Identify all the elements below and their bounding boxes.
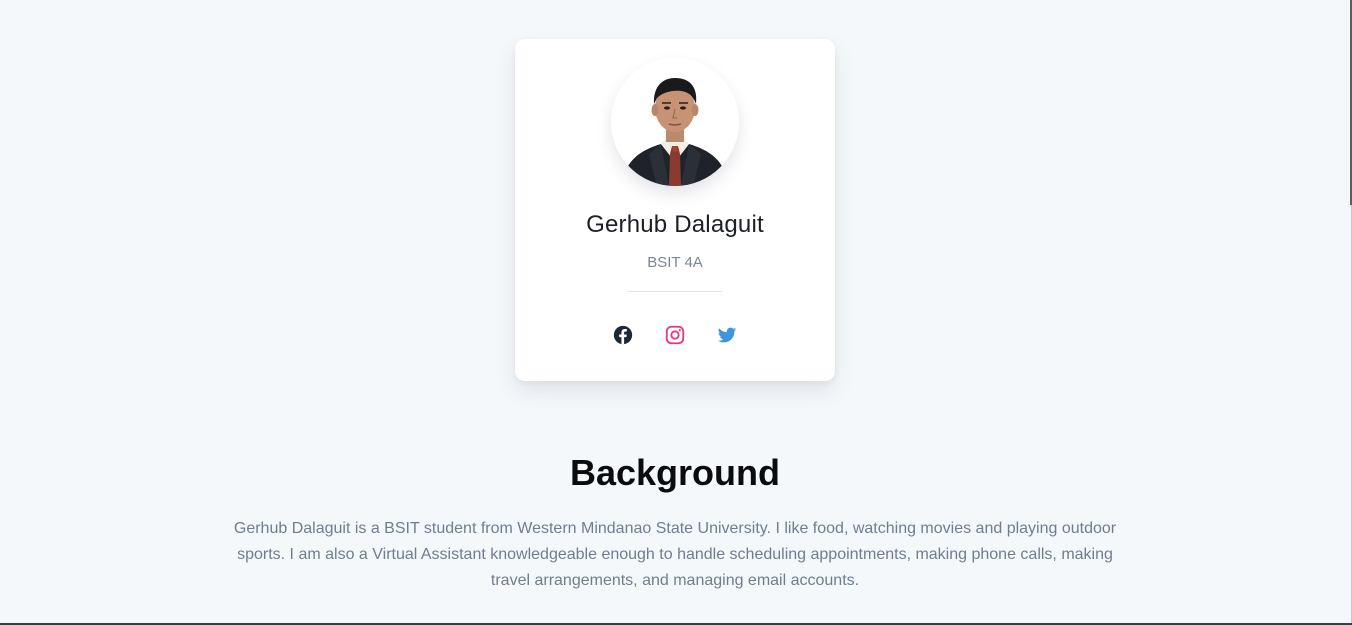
instagram-link[interactable] bbox=[664, 324, 686, 346]
background-heading: Background bbox=[569, 452, 781, 493]
background-text: Gerhub Dalaguit is a BSIT student from W… bbox=[233, 520, 1117, 589]
instagram-icon bbox=[665, 325, 685, 345]
social-links bbox=[515, 324, 835, 346]
page: Gerhub Dalaguit BSIT 4A Background Gerhu… bbox=[0, 0, 1352, 625]
facebook-link[interactable] bbox=[612, 324, 634, 346]
avatar bbox=[611, 58, 739, 186]
divider bbox=[628, 291, 722, 292]
twitter-link[interactable] bbox=[716, 324, 738, 346]
profile-card: Gerhub Dalaguit BSIT 4A bbox=[515, 39, 835, 381]
profile-subtitle: BSIT 4A bbox=[647, 254, 703, 271]
avatar-photo bbox=[611, 58, 739, 186]
twitter-icon bbox=[717, 327, 737, 343]
facebook-icon bbox=[613, 325, 633, 345]
profile-name: Gerhub Dalaguit bbox=[586, 211, 764, 238]
